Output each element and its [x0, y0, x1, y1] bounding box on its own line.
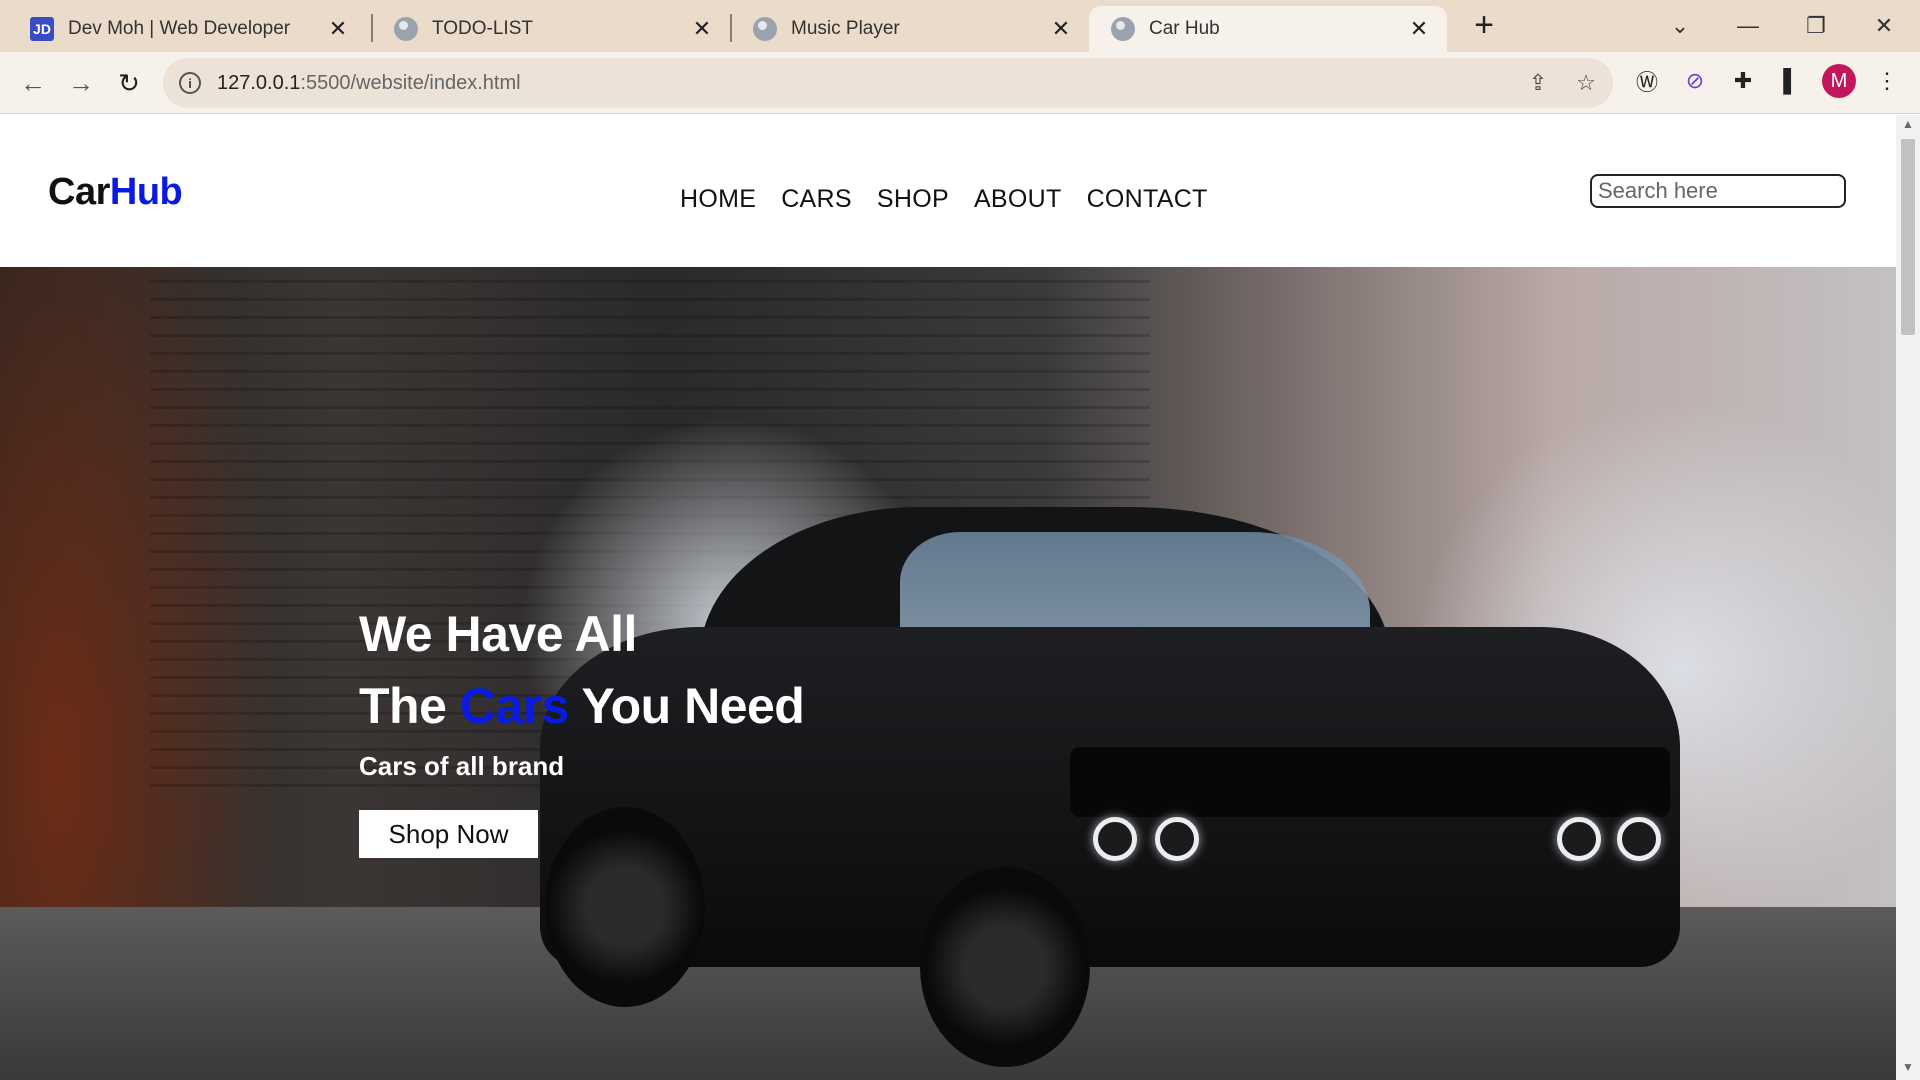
- site-header: CarHub HOME CARS SHOP ABOUT CONTACT: [0, 115, 1896, 267]
- logo-hub: Hub: [109, 171, 183, 213]
- globe-icon: [753, 17, 777, 41]
- car-wheel: [920, 867, 1090, 1067]
- tab-strip: JD Dev Moh | Web Developer ✕ TODO-LIST ✕…: [0, 0, 1920, 52]
- scroll-thumb[interactable]: [1901, 139, 1915, 335]
- restore-icon[interactable]: ❐: [1788, 6, 1844, 46]
- close-tab-icon[interactable]: ✕: [1049, 16, 1073, 41]
- minimize-icon[interactable]: —: [1720, 6, 1776, 46]
- back-arrow-icon[interactable]: ←: [14, 64, 52, 102]
- nav-cars[interactable]: CARS: [781, 185, 852, 214]
- main-nav: HOME CARS SHOP ABOUT CONTACT: [680, 185, 1208, 214]
- url-text[interactable]: 127.0.0.1:5500/website/index.html: [217, 72, 521, 95]
- scroll-down-arrow-icon[interactable]: ▼: [1896, 1060, 1920, 1078]
- heading-text: You Need: [568, 678, 805, 734]
- tab-car-hub[interactable]: Car Hub ✕: [1089, 6, 1447, 52]
- profile-avatar[interactable]: M: [1822, 64, 1856, 98]
- headlight-icon: [1557, 817, 1601, 861]
- car-wheel: [545, 807, 705, 1007]
- shop-now-button[interactable]: Shop Now: [359, 810, 538, 858]
- page-scrollbar[interactable]: ▲ ▼: [1896, 115, 1920, 1080]
- heading-highlight: Cars: [459, 678, 570, 734]
- tab-title: Dev Moh | Web Developer: [68, 18, 291, 39]
- new-tab-button[interactable]: +: [1466, 8, 1502, 44]
- forward-arrow-icon[interactable]: →: [62, 64, 100, 102]
- wordpress-extension-icon[interactable]: Ⓦ: [1630, 64, 1664, 98]
- close-tab-icon[interactable]: ✕: [326, 16, 350, 41]
- hero-subtitle: Cars of all brand: [359, 751, 565, 781]
- url-host: 127.0.0.1: [217, 71, 301, 94]
- scroll-up-arrow-icon[interactable]: ▲: [1896, 117, 1920, 135]
- tab-title: TODO-LIST: [432, 18, 533, 39]
- tab-music-player[interactable]: Music Player ✕: [731, 6, 1089, 52]
- globe-icon: [1111, 17, 1135, 41]
- tab-todo-list[interactable]: TODO-LIST ✕: [372, 6, 730, 52]
- headlight-icon: [1617, 817, 1661, 861]
- logo-car: Car: [48, 171, 110, 213]
- headlight-icon: [1093, 817, 1137, 861]
- jd-favicon-icon: JD: [30, 17, 54, 41]
- address-bar[interactable]: i 127.0.0.1:5500/website/index.html ⇪ ☆: [163, 58, 1613, 108]
- side-panel-icon[interactable]: ▌: [1774, 64, 1808, 98]
- extensions-puzzle-icon[interactable]: ✚: [1726, 64, 1760, 98]
- tab-search-chevron-icon[interactable]: ⌄: [1652, 6, 1708, 46]
- search-input[interactable]: [1590, 174, 1846, 208]
- hero-banner: We Have All The Cars You Need Cars of al…: [0, 267, 1896, 1080]
- nav-shop[interactable]: SHOP: [877, 185, 949, 214]
- share-icon[interactable]: ⇪: [1525, 70, 1551, 96]
- globe-icon: [394, 17, 418, 41]
- hero-heading-line2: The Cars You Need: [359, 677, 805, 735]
- nav-contact[interactable]: CONTACT: [1087, 185, 1208, 214]
- close-window-icon[interactable]: ✕: [1856, 6, 1912, 46]
- nav-about[interactable]: ABOUT: [974, 185, 1062, 214]
- site-info-icon[interactable]: i: [179, 72, 201, 94]
- web-page: CarHub HOME CARS SHOP ABOUT CONTACT We H…: [0, 115, 1896, 1080]
- hero-heading-line1: We Have All: [359, 606, 637, 662]
- close-tab-icon[interactable]: ✕: [690, 16, 714, 41]
- menu-kebab-icon[interactable]: ⋮: [1870, 64, 1904, 98]
- reload-icon[interactable]: ↻: [110, 64, 148, 102]
- tab-dev-moh[interactable]: JD Dev Moh | Web Developer ✕: [8, 6, 366, 52]
- tab-title: Car Hub: [1149, 18, 1220, 39]
- headlight-icon: [1155, 817, 1199, 861]
- site-logo[interactable]: CarHub: [48, 171, 183, 214]
- tab-title: Music Player: [791, 18, 900, 39]
- nav-home[interactable]: HOME: [680, 185, 756, 214]
- url-path: :5500/website/index.html: [300, 71, 521, 94]
- car-grille: [1070, 747, 1670, 817]
- blocker-extension-icon[interactable]: ⊘: [1678, 64, 1712, 98]
- close-tab-icon[interactable]: ✕: [1407, 16, 1431, 41]
- bookmark-star-icon[interactable]: ☆: [1573, 70, 1599, 96]
- heading-text: The: [359, 678, 460, 734]
